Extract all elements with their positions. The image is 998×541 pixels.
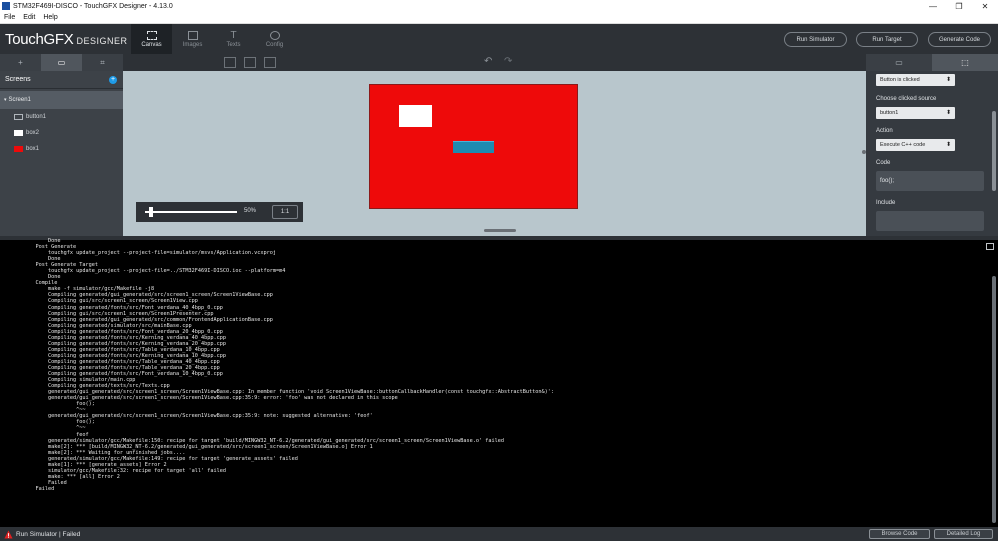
- console-line: generated/simulator/gcc/Makefile:150: re…: [23, 437, 504, 444]
- zoom-reset-button[interactable]: 1:1: [272, 205, 298, 219]
- box-swatch-icon: [14, 130, 23, 136]
- gear-icon: [269, 30, 280, 40]
- properties-tab[interactable]: ▭: [866, 54, 932, 71]
- include-label: Include: [876, 200, 896, 206]
- right-panel-tabs: ▭ ⬚: [866, 54, 998, 71]
- main-tabs: Canvas Images T Texts Config: [131, 24, 295, 54]
- screen-item[interactable]: ▾ Screen1: [0, 91, 123, 109]
- dropdown-arrow-icon: ⬍: [945, 142, 951, 148]
- zoom-level: 50%: [244, 208, 257, 214]
- tab-canvas-label: Canvas: [141, 41, 162, 48]
- image-icon: [187, 30, 198, 40]
- layers-tab[interactable]: ⌗: [82, 54, 123, 71]
- undo-icon[interactable]: ↶: [484, 56, 492, 67]
- source-label: Choose clicked source: [876, 96, 937, 102]
- zoom-control: 50% 1:1: [136, 202, 303, 222]
- right-panel-scrollbar[interactable]: [992, 111, 996, 191]
- zoom-slider-handle[interactable]: [149, 207, 153, 217]
- action-value: Execute C++ code: [880, 142, 926, 148]
- close-icon[interactable]: ✕: [972, 0, 998, 12]
- logo-main: TouchGFX: [5, 31, 74, 48]
- send-backward-icon[interactable]: [244, 57, 256, 68]
- dropdown-arrow-icon: ⬍: [945, 110, 951, 116]
- zoom-slider-track[interactable]: [145, 211, 237, 213]
- tab-canvas[interactable]: Canvas: [131, 24, 172, 54]
- screen-preview[interactable]: [369, 84, 578, 209]
- trigger-value: Button is clicked: [880, 77, 920, 83]
- text-icon: T: [230, 29, 237, 41]
- maximize-icon[interactable]: ❐: [946, 0, 972, 12]
- screen-name: Screen1: [8, 97, 31, 103]
- button-widget-icon: [14, 114, 23, 120]
- console-panel: Done Post Generate touchgfx update_proje…: [0, 236, 998, 527]
- tab-config-label: Config: [265, 41, 284, 48]
- logo-sub: DESIGNER: [76, 36, 128, 46]
- interactions-tab[interactable]: ⬚: [932, 54, 998, 71]
- run-simulator-button[interactable]: Run Simulator: [784, 32, 847, 47]
- tab-texts[interactable]: T Texts: [213, 24, 254, 54]
- tab-texts-label: Texts: [226, 41, 241, 48]
- group-icon[interactable]: [264, 57, 276, 68]
- title-bar: STM32F469I-DISCO - TouchGFX Designer - 4…: [0, 0, 998, 12]
- screens-title: Screens: [5, 76, 31, 83]
- widget-name: box2: [26, 130, 40, 136]
- box2-widget[interactable]: [399, 105, 432, 127]
- console-log: Done Post Generate touchgfx update_proje…: [23, 238, 553, 492]
- menu-bar: File Edit Help: [0, 12, 998, 24]
- console-scrollbar[interactable]: [992, 276, 996, 523]
- bring-forward-icon[interactable]: [224, 57, 236, 68]
- status-bar: Run Simulator | Failed Browse Code Detai…: [0, 527, 998, 541]
- browse-code-button[interactable]: Browse Code: [869, 529, 930, 539]
- menu-help[interactable]: Help: [39, 14, 61, 21]
- box-swatch-icon: [14, 146, 23, 152]
- screens-header: Screens +: [0, 71, 123, 89]
- touchgfx-logo: TouchGFX DESIGNER: [5, 31, 127, 48]
- screens-tab[interactable]: ▭: [41, 54, 82, 71]
- action-label: Action: [876, 128, 893, 134]
- canvas-toolbar: ↶ ↷: [123, 54, 866, 71]
- add-screen-button[interactable]: +: [109, 75, 117, 84]
- code-label: Code: [876, 160, 891, 166]
- generate-code-button[interactable]: Generate Code: [928, 32, 991, 47]
- minimize-icon[interactable]: —: [920, 0, 946, 12]
- widget-name: button1: [26, 114, 47, 120]
- widget-item-button1[interactable]: button1: [0, 109, 123, 125]
- action-select[interactable]: Execute C++ code ⬍: [876, 139, 955, 151]
- canvas-area[interactable]: 50% 1:1: [123, 71, 866, 236]
- add-widget-tab[interactable]: +: [0, 54, 41, 71]
- chevron-down-icon[interactable]: ▾: [4, 97, 7, 103]
- menu-file[interactable]: File: [0, 14, 19, 21]
- tab-images-label: Images: [182, 41, 203, 48]
- source-select[interactable]: button1 ⬍: [876, 107, 955, 119]
- widget-item-box2[interactable]: box2: [0, 125, 123, 141]
- canvas-scrollbar[interactable]: [484, 229, 516, 232]
- widget-name: box1: [26, 146, 40, 152]
- tab-images[interactable]: Images: [172, 24, 213, 54]
- screens-panel: Screens + ▾ Screen1 button1 box2 box1: [0, 71, 123, 236]
- include-input[interactable]: [876, 211, 984, 231]
- run-target-button[interactable]: Run Target: [856, 32, 918, 47]
- source-value: button1: [880, 110, 899, 116]
- interaction-panel: Button is clicked ⬍ Choose clicked sourc…: [866, 71, 998, 236]
- status-message: Run Simulator | Failed: [16, 530, 81, 538]
- widget-item-box1[interactable]: box1: [0, 141, 123, 157]
- trigger-select[interactable]: Button is clicked ⬍: [876, 74, 955, 86]
- dropdown-arrow-icon: ⬍: [945, 77, 951, 83]
- app-header: TouchGFX DESIGNER Canvas Images T Texts …: [0, 24, 998, 54]
- detailed-log-button[interactable]: Detailed Log: [934, 529, 993, 539]
- maximize-console-icon[interactable]: [986, 243, 994, 250]
- redo-icon[interactable]: ↷: [504, 56, 512, 67]
- canvas-icon: [146, 30, 157, 40]
- code-input[interactable]: foo();: [876, 171, 984, 191]
- tab-config[interactable]: Config: [254, 24, 295, 54]
- button1-widget[interactable]: [453, 141, 494, 153]
- console-line: Failed: [23, 485, 55, 492]
- menu-edit[interactable]: Edit: [19, 14, 39, 21]
- warning-icon: [4, 529, 13, 539]
- left-panel-tabs: + ▭ ⌗: [0, 54, 123, 71]
- window-title: STM32F469I-DISCO - TouchGFX Designer - 4…: [13, 2, 173, 10]
- app-icon: [2, 2, 10, 10]
